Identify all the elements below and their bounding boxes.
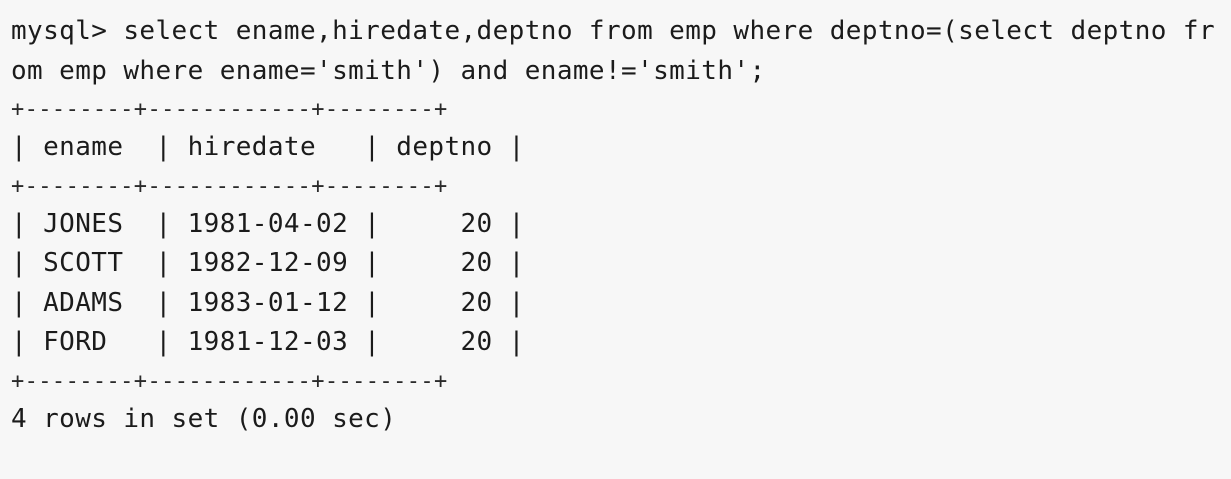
table-row: | ADAMS | 1983-01-12 | 20 |: [11, 287, 525, 318]
table-header-row: | ename | hiredate | deptno |: [11, 132, 525, 162]
table-row: | FORD | 1981-12-03 | 20 |: [11, 327, 525, 357]
table-row: | SCOTT | 1982-12-09 | 20 |: [11, 248, 525, 278]
terminal-window: mysql> select ename,hiredate,deptno from…: [0, 0, 1231, 479]
result-summary: 4 rows in set (0.00 sec): [11, 403, 397, 434]
command-line-1: mysql> select ename,hiredate,deptno from…: [11, 16, 1215, 46]
command-line-2: om emp where ename='smith') and ename!='…: [11, 55, 766, 86]
table-border-top: +--------+------------+--------+: [11, 97, 448, 122]
table-border-header: +--------+------------+--------+: [11, 173, 448, 199]
table-row: | JONES | 1981-04-02 | 20 |: [11, 208, 525, 239]
table-border-bottom: +--------+------------+--------+: [11, 368, 448, 394]
